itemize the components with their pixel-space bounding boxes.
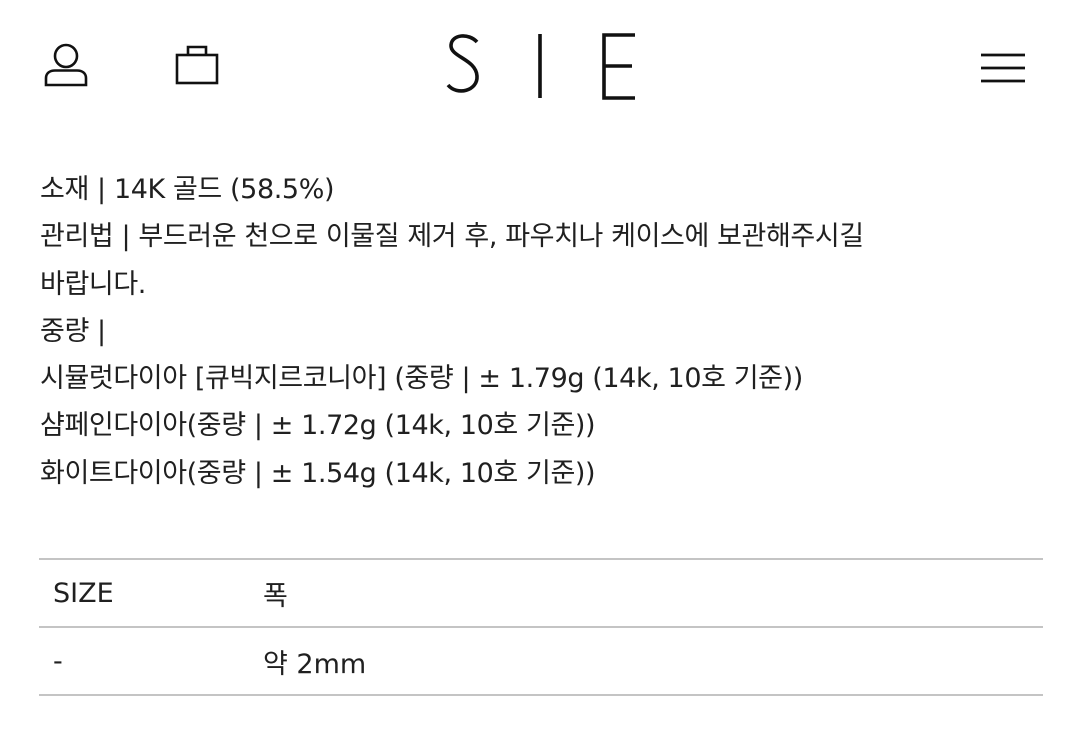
material-line: 소재 | 14K 골드 (58.5%) (40, 174, 335, 205)
weight-white-diamond: 화이트다이아(중량 | ± 1.54g (14k, 10호 기준)) (40, 457, 596, 489)
size-column-header: SIZE (39, 558, 249, 628)
site-header (0, 0, 1079, 130)
brand-logo[interactable] (440, 26, 640, 106)
care-instructions-line-cont: 바랍니다. (40, 268, 146, 300)
care-instructions-line: 관리법 | 부드러운 천으로 이물질 제거 후, 파우치나 케이스에 보관해주시… (40, 221, 864, 253)
weight-champagne-diamond: 샴페인다이아(중량 | ± 1.72g (14k, 10호 기준)) (40, 410, 596, 442)
width-column-header: 폭 (249, 558, 1043, 628)
product-info: 소재 | 14K 골드 (58.5%) 관리법 | 부드러운 천으로 이물질 제… (40, 166, 1040, 497)
table-row: - 약 2mm (39, 626, 1043, 696)
cart-button[interactable] (174, 42, 220, 88)
weight-label-line: 중량 | (40, 315, 106, 347)
user-icon (42, 42, 90, 88)
size-table-header-row: SIZE 폭 (39, 558, 1043, 628)
hamburger-menu-icon (978, 50, 1028, 86)
weight-simulated-diamond: 시뮬럿다이아 [큐빅지르코니아] (중량 | ± 1.79g (14k, 10호… (40, 363, 803, 395)
size-table: SIZE 폭 - 약 2mm (39, 558, 1043, 696)
account-button[interactable] (42, 42, 90, 88)
shopping-bag-icon (174, 42, 220, 88)
width-cell: 약 2mm (249, 626, 1043, 696)
menu-button[interactable] (978, 50, 1028, 86)
size-cell: - (39, 626, 249, 696)
